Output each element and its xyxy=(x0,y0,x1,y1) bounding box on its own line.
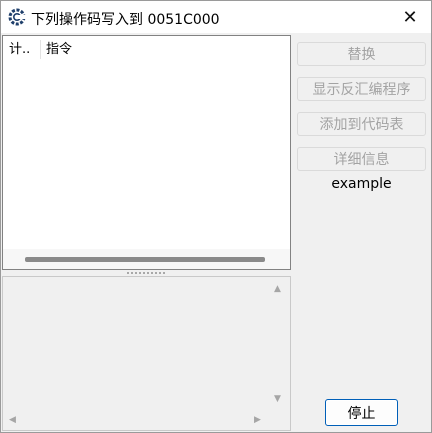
window-title: 下列操作码写入到 0051C000 xyxy=(31,12,220,28)
dialog-window: 下列操作码写入到 0051C000 ✕ 计.. 指令 ▲ ▼ ◀ ▶ 替换 显示… xyxy=(0,0,432,433)
close-icon: ✕ xyxy=(402,6,418,28)
column-header-count[interactable]: 计.. xyxy=(9,36,40,63)
status-label: example xyxy=(331,176,392,192)
splitter-handle[interactable] xyxy=(127,272,165,274)
close-button[interactable]: ✕ xyxy=(389,1,431,33)
add-to-code-table-button[interactable]: 添加到代码表 xyxy=(297,112,426,136)
scrollbar-thumb[interactable] xyxy=(25,257,265,262)
scroll-down-arrow-icon[interactable]: ▼ xyxy=(274,394,281,404)
scroll-up-arrow-icon[interactable]: ▲ xyxy=(274,284,281,294)
scroll-left-arrow-icon[interactable]: ◀ xyxy=(9,415,16,425)
cheat-engine-app-icon xyxy=(8,8,26,26)
details-button[interactable]: 详细信息 xyxy=(297,147,426,171)
column-divider[interactable] xyxy=(40,40,41,59)
replace-button[interactable]: 替换 xyxy=(297,42,426,66)
column-header-instruction[interactable]: 指令 xyxy=(46,36,72,63)
show-disassembler-button[interactable]: 显示反汇编程序 xyxy=(297,77,426,101)
list-horizontal-scrollbar[interactable] xyxy=(3,249,290,269)
opcode-list[interactable]: 计.. 指令 xyxy=(2,35,291,270)
details-panel: ▲ ▼ ◀ ▶ xyxy=(2,276,291,431)
scroll-right-arrow-icon[interactable]: ▶ xyxy=(254,415,261,425)
stop-button[interactable]: 停止 xyxy=(325,399,398,426)
title-bar[interactable]: 下列操作码写入到 0051C000 ✕ xyxy=(1,1,431,33)
